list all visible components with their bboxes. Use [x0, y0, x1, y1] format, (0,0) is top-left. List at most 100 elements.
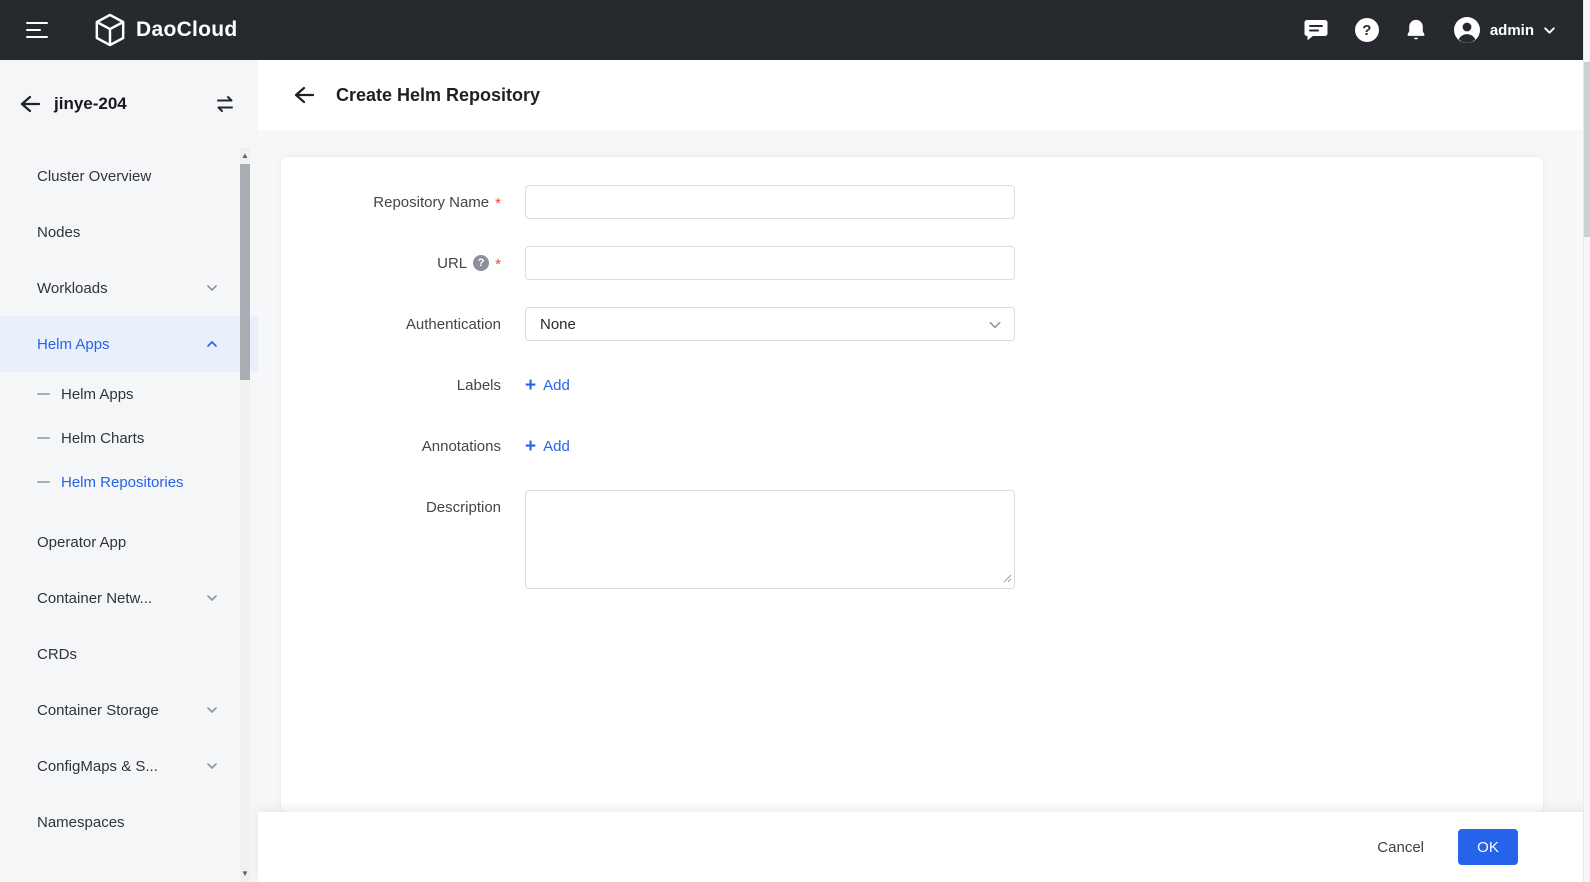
- brand[interactable]: DaoCloud: [94, 13, 238, 47]
- sidebar-item-workloads[interactable]: Workloads: [0, 260, 258, 316]
- sidebar-item-label: CRDs: [37, 646, 218, 663]
- question-circle-icon[interactable]: ?: [473, 255, 489, 271]
- repository-name-label: Repository Name *: [281, 185, 501, 219]
- form-row-url: URL ? *: [281, 246, 1543, 280]
- sidebar-item-crds[interactable]: CRDs: [0, 626, 258, 682]
- user-name: admin: [1490, 22, 1534, 39]
- scroll-down-icon[interactable]: ▼: [240, 868, 250, 880]
- form-row-annotations: Annotations + Add: [281, 429, 1543, 463]
- sidebar-item-configmaps-secrets[interactable]: ConfigMaps & S...: [0, 738, 258, 794]
- arrow-left-icon: [292, 84, 314, 106]
- swap-arrows-icon: [214, 94, 236, 114]
- sidebar-header: jinye-204: [0, 60, 258, 148]
- sidebar-subitem-helm-charts[interactable]: Helm Charts: [0, 416, 258, 460]
- dash-icon: [37, 437, 50, 439]
- add-button-text: Add: [543, 438, 570, 455]
- page-back-button[interactable]: [292, 84, 314, 106]
- switch-cluster-button[interactable]: [214, 94, 236, 114]
- main: Create Helm Repository Repository Name *…: [258, 60, 1590, 882]
- labels-label: Labels: [281, 368, 501, 402]
- help-icon: ?: [1355, 18, 1379, 42]
- form-row-repository-name: Repository Name *: [281, 185, 1543, 219]
- add-annotation-button[interactable]: + Add: [525, 429, 570, 463]
- sidebar-item-container-storage[interactable]: Container Storage: [0, 682, 258, 738]
- sidebar-subitem-label: Helm Charts: [61, 430, 144, 447]
- brand-name: DaoCloud: [136, 18, 238, 42]
- form-card: Repository Name * URL ? * Authentica: [281, 157, 1543, 812]
- page-title: Create Helm Repository: [336, 85, 540, 106]
- content-area: Repository Name * URL ? * Authentica: [258, 130, 1590, 812]
- sidebar-item-operator-app[interactable]: Operator App: [0, 514, 258, 570]
- sidebar-item-helm-apps[interactable]: Helm Apps: [0, 316, 258, 372]
- cluster-name: jinye-204: [54, 94, 214, 114]
- sidebar-subitem-label: Helm Repositories: [61, 474, 184, 491]
- form-row-description: Description: [281, 490, 1543, 594]
- add-label-button[interactable]: + Add: [525, 368, 570, 402]
- selected-value: None: [540, 316, 576, 333]
- sidebar-item-cluster-overview[interactable]: Cluster Overview: [0, 148, 258, 204]
- chevron-up-icon: [206, 338, 218, 350]
- topbar: DaoCloud ?: [0, 0, 1590, 60]
- chat-icon: [1303, 18, 1329, 42]
- dash-icon: [37, 393, 50, 395]
- chevron-down-icon: [206, 282, 218, 294]
- notifications-button[interactable]: [1405, 18, 1427, 42]
- hamburger-icon: [26, 22, 48, 25]
- add-button-text: Add: [543, 377, 570, 394]
- sidebar-subitem-helm-repositories[interactable]: Helm Repositories: [0, 460, 258, 504]
- sidebar-item-label: Nodes: [37, 224, 218, 241]
- authentication-label: Authentication: [281, 307, 501, 341]
- avatar: [1453, 16, 1481, 44]
- sidebar-subitem-label: Helm Apps: [61, 386, 134, 403]
- messages-button[interactable]: [1303, 18, 1329, 42]
- ok-button[interactable]: OK: [1458, 829, 1518, 865]
- sidebar-item-label: Cluster Overview: [37, 168, 218, 185]
- label-text: Authentication: [406, 316, 501, 333]
- daocloud-logo-icon: [94, 13, 126, 47]
- sidebar-item-label: Namespaces: [37, 814, 218, 831]
- form-row-authentication: Authentication None: [281, 307, 1543, 341]
- sidebar-item-label: Workloads: [37, 280, 206, 297]
- sidebar-item-label: Helm Apps: [37, 336, 206, 353]
- url-label: URL ? *: [281, 246, 501, 280]
- chevron-down-icon: [206, 704, 218, 716]
- menu-toggle-button[interactable]: [22, 13, 52, 47]
- chevron-down-icon: [206, 592, 218, 604]
- plus-icon: +: [525, 376, 536, 395]
- repository-name-input[interactable]: [525, 185, 1015, 219]
- user-menu[interactable]: admin: [1453, 16, 1556, 44]
- sidebar-item-label: ConfigMaps & S...: [37, 758, 206, 775]
- sidebar-item-namespaces[interactable]: Namespaces: [0, 794, 258, 850]
- required-asterisk: *: [495, 256, 501, 273]
- plus-icon: +: [525, 437, 536, 456]
- sidebar-item-label: Container Storage: [37, 702, 206, 719]
- page-scrollbar[interactable]: [1583, 0, 1590, 882]
- label-text: URL: [437, 255, 467, 272]
- chevron-down-icon: [206, 760, 218, 772]
- bell-icon: [1405, 18, 1427, 42]
- page-scrollbar-thumb[interactable]: [1584, 62, 1590, 237]
- cancel-button[interactable]: Cancel: [1377, 839, 1424, 856]
- scroll-up-icon[interactable]: ▲: [240, 150, 250, 162]
- sidebar-nav: Cluster Overview Nodes Workloads Helm Ap…: [0, 148, 258, 850]
- label-text: Description: [426, 499, 501, 516]
- required-asterisk: *: [495, 195, 501, 212]
- sidebar-subitem-helm-apps[interactable]: Helm Apps: [0, 372, 258, 416]
- description-textarea[interactable]: [525, 490, 1015, 589]
- chevron-down-icon: [988, 318, 1002, 332]
- back-button[interactable]: [18, 93, 40, 115]
- sidebar-item-container-network[interactable]: Container Netw...: [0, 570, 258, 626]
- authentication-select[interactable]: None: [525, 307, 1015, 341]
- help-button[interactable]: ?: [1355, 18, 1379, 42]
- label-text: Labels: [457, 377, 501, 394]
- chevron-down-icon: [1543, 24, 1556, 37]
- form-row-labels: Labels + Add: [281, 368, 1543, 402]
- annotations-label: Annotations: [281, 429, 501, 463]
- footer-bar: Cancel OK: [258, 812, 1590, 882]
- sidebar-item-nodes[interactable]: Nodes: [0, 204, 258, 260]
- scrollbar-thumb[interactable]: [240, 164, 250, 380]
- sidebar-scrollbar[interactable]: ▲ ▼: [240, 148, 250, 882]
- url-input[interactable]: [525, 246, 1015, 280]
- arrow-left-icon: [18, 93, 40, 115]
- sidebar-item-label: Operator App: [37, 534, 218, 551]
